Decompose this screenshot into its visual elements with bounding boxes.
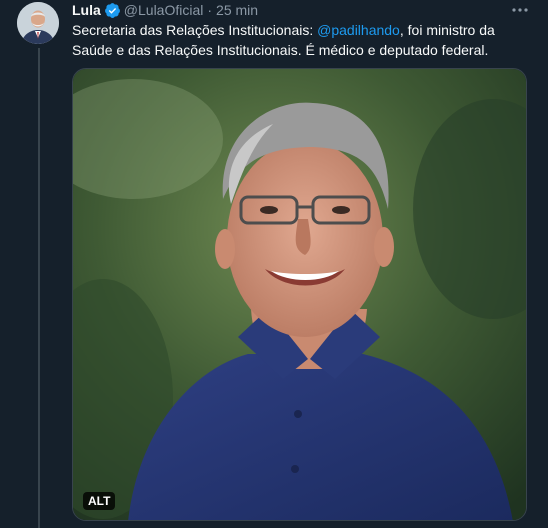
verified-badge-icon — [104, 2, 121, 19]
separator-dot: · — [207, 2, 213, 18]
tweet-text-prefix: Secretaria das Relações Institucionais: — [72, 22, 318, 38]
tweet-header: Lula @LulaOficial · 25 min — [72, 1, 258, 19]
timestamp[interactable]: 25 min — [216, 2, 258, 18]
mention-link[interactable]: @padilhando — [317, 22, 400, 38]
thread-line — [38, 48, 40, 528]
avatar[interactable] — [17, 2, 59, 44]
portrait-photo — [73, 69, 526, 520]
author-handle[interactable]: @LulaOficial — [124, 2, 204, 18]
tweet[interactable]: Lula @LulaOficial · 25 min Secretaria da… — [0, 0, 548, 528]
tweet-photo[interactable]: ALT — [72, 68, 527, 521]
author-name[interactable]: Lula — [72, 2, 101, 18]
alt-text-badge[interactable]: ALT — [83, 492, 116, 510]
avatar-image — [17, 2, 59, 44]
more-options-icon[interactable] — [510, 2, 530, 18]
tweet-text: Secretaria das Relações Institucionais: … — [72, 20, 532, 60]
